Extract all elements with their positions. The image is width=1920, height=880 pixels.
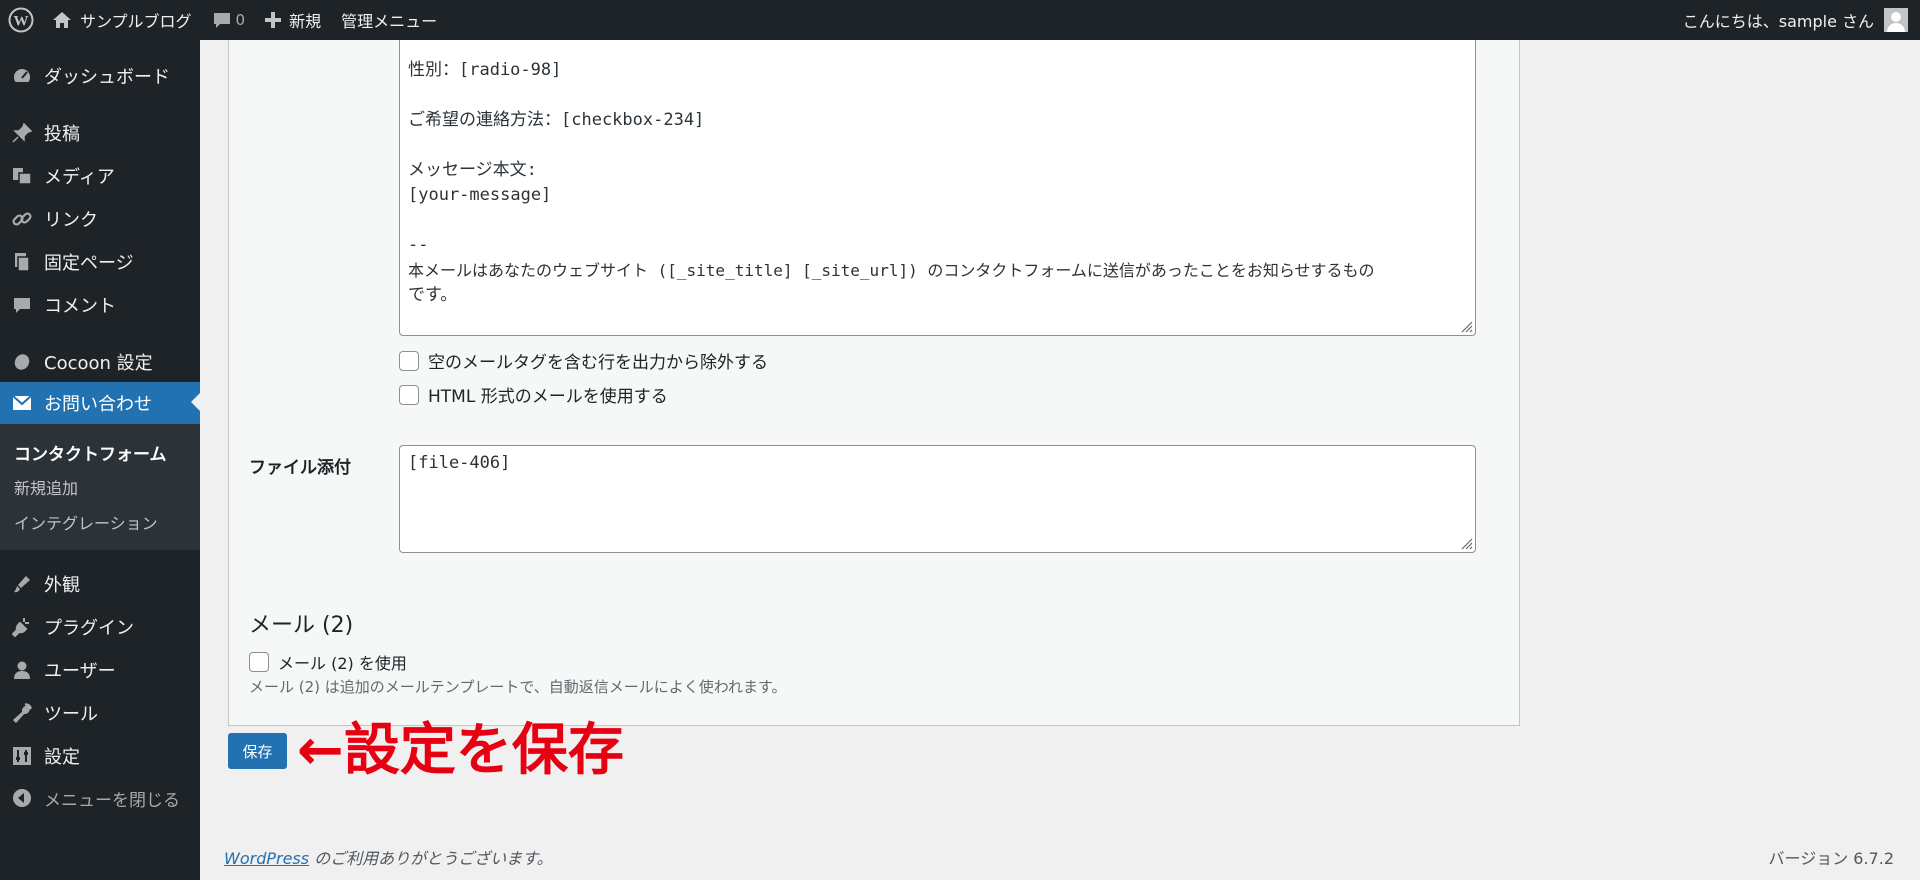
account-menu[interactable]: こんにちは、sample さん: [1683, 0, 1920, 40]
submenu-item-integration[interactable]: インテグレーション: [14, 510, 158, 534]
textarea-line: 性別：[radio-98]: [408, 60, 562, 80]
svg-text:W: W: [14, 14, 29, 30]
plus-icon: [265, 12, 282, 28]
option-exclude-blank[interactable]: 空のメールタグを含む行を出力から除外する: [399, 348, 768, 373]
user-icon: [14, 661, 30, 679]
wordpress-logo-button[interactable]: W: [0, 0, 42, 40]
cocoon-icon: [14, 354, 30, 370]
textarea-line: です。: [408, 285, 458, 305]
textarea-line: メッセージ本文:: [408, 160, 537, 180]
wordpress-link[interactable]: WordPress: [224, 849, 309, 868]
sidebar-label-settings: 設定: [44, 747, 80, 768]
sidebar-item-settings[interactable]: 設定: [0, 736, 200, 776]
sidebar-label-plugins: プラグイン: [44, 618, 134, 639]
save-annotation: ←設定を保存: [297, 718, 624, 783]
sidebar-item-tools[interactable]: ツール: [0, 693, 200, 733]
use-mail2-label: メール (2) を使用: [278, 654, 407, 673]
attachments-value: [file-406]: [408, 453, 511, 473]
textarea-line: ご希望の連絡方法：[checkbox-234]: [408, 110, 705, 130]
sidebar-label-media: メディア: [44, 167, 115, 188]
contact-submenu: コンタクトフォーム 新規追加 インテグレーション: [0, 424, 200, 550]
chain-link-icon: [12, 212, 32, 226]
footer-thanks: WordPress のご利用ありがとうございます。: [224, 845, 553, 869]
sidebar-item-cocoon[interactable]: Cocoon 設定: [0, 342, 200, 382]
media-icon: [13, 168, 32, 185]
new-content-link[interactable]: 新規: [255, 0, 331, 40]
greeting-text: こんにちは、sample さん: [1682, 12, 1874, 31]
submenu-item-contact-forms[interactable]: コンタクトフォーム: [14, 440, 167, 465]
wrench-icon: [12, 703, 32, 723]
sidebar-label-comments: コメント: [44, 296, 116, 317]
resize-handle-icon[interactable]: [1459, 319, 1473, 333]
exclude-blank-checkbox[interactable]: [399, 350, 419, 371]
new-content-label: 新規: [289, 12, 322, 31]
footer-thanks-text: のご利用ありがとうございます。: [309, 849, 553, 868]
mail2-title: メール (2): [249, 613, 354, 638]
use-html-checkbox[interactable]: [399, 384, 419, 405]
sidebar-label-users: ユーザー: [44, 661, 116, 682]
sidebar-item-plugins[interactable]: プラグイン: [0, 607, 200, 647]
sidebar-label-dashboard: ダッシュボード: [44, 67, 170, 88]
admin-menu-link[interactable]: 管理メニュー: [331, 0, 447, 40]
collapse-arrow-icon: [13, 789, 31, 807]
use-html-label: HTML 形式のメールを使用する: [428, 387, 668, 407]
comment-icon: [14, 298, 30, 313]
textarea-line: [your-message]: [408, 185, 552, 205]
comments-count: 0: [235, 11, 246, 29]
site-name: サンプルブログ: [80, 12, 192, 31]
collapse-menu-button[interactable]: メニューを閉じる: [0, 778, 200, 818]
comments-link[interactable]: 0: [202, 0, 256, 40]
resize-handle-icon[interactable]: [1459, 536, 1473, 550]
textarea-line: --: [408, 235, 429, 255]
save-button[interactable]: 保存: [228, 733, 287, 769]
mail2-description: メール (2) は追加のメールテンプレートで、自動返信メールによく使われます。: [249, 678, 787, 696]
avatar: [1884, 8, 1908, 32]
sidebar-label-collapse: メニューを閉じる: [44, 790, 180, 811]
envelope-icon: [12, 395, 32, 410]
admin-menu-label: 管理メニュー: [341, 12, 438, 31]
sidebar-item-media[interactable]: メディア: [0, 156, 200, 196]
sidebar-label-appearance: 外観: [44, 575, 80, 596]
admin-sidebar: ダッシュボード 投稿 メディア リンク 固定ページ コメント Cocoon 設定…: [0, 40, 200, 880]
use-mail2-checkbox[interactable]: [249, 652, 269, 672]
textarea-line: 本メールはあなたのウェブサイト ([_site_title] [_site_ur…: [408, 261, 1375, 280]
paintbrush-icon: [14, 576, 30, 593]
dashboard-gauge-icon: [12, 66, 32, 84]
attachments-textarea[interactable]: [file-406]: [399, 445, 1476, 553]
sidebar-label-cocoon: Cocoon 設定: [44, 353, 153, 374]
sidebar-label-links: リンク: [44, 210, 98, 231]
message-body-textarea[interactable]: 性別：[radio-98] ご希望の連絡方法：[checkbox-234] メッ…: [399, 40, 1476, 336]
exclude-blank-label: 空のメールタグを含む行を出力から除外する: [428, 353, 768, 373]
option-use-mail2[interactable]: メール (2) を使用: [249, 650, 407, 674]
pages-icon: [15, 253, 30, 272]
comment-bubble-icon: [213, 13, 230, 28]
sidebar-item-pages[interactable]: 固定ページ: [0, 242, 200, 282]
wordpress-logo-icon: W: [8, 7, 34, 33]
attachments-label: ファイル添付: [249, 458, 351, 478]
site-name-link[interactable]: サンプルブログ: [42, 0, 202, 40]
settings-sliders-icon: [13, 747, 31, 765]
submenu-item-add-new[interactable]: 新規追加: [14, 475, 78, 499]
sidebar-label-tools: ツール: [44, 704, 98, 725]
sidebar-item-posts[interactable]: 投稿: [0, 113, 200, 153]
mail-settings-panel: 性別：[radio-98] ご希望の連絡方法：[checkbox-234] メッ…: [228, 40, 1520, 726]
option-use-html[interactable]: HTML 形式のメールを使用する: [399, 382, 668, 407]
sidebar-item-dashboard[interactable]: ダッシュボード: [0, 56, 200, 96]
sidebar-item-appearance[interactable]: 外観: [0, 564, 200, 604]
sidebar-label-contact: お問い合わせ: [44, 394, 152, 415]
pushpin-icon: [12, 123, 32, 143]
admin-bar: W サンプルブログ 0 新規 管理メニュー こんにちは、sample さん: [0, 0, 1920, 40]
plugin-icon: [12, 618, 29, 637]
home-icon: [53, 12, 71, 28]
sidebar-item-links[interactable]: リンク: [0, 199, 200, 239]
sidebar-label-posts: 投稿: [44, 124, 80, 145]
footer-version: バージョン 6.7.2: [1768, 849, 1894, 868]
sidebar-label-pages: 固定ページ: [44, 253, 134, 274]
sidebar-item-users[interactable]: ユーザー: [0, 650, 200, 690]
sidebar-item-contact[interactable]: お問い合わせ: [0, 382, 200, 424]
sidebar-item-comments[interactable]: コメント: [0, 285, 200, 325]
